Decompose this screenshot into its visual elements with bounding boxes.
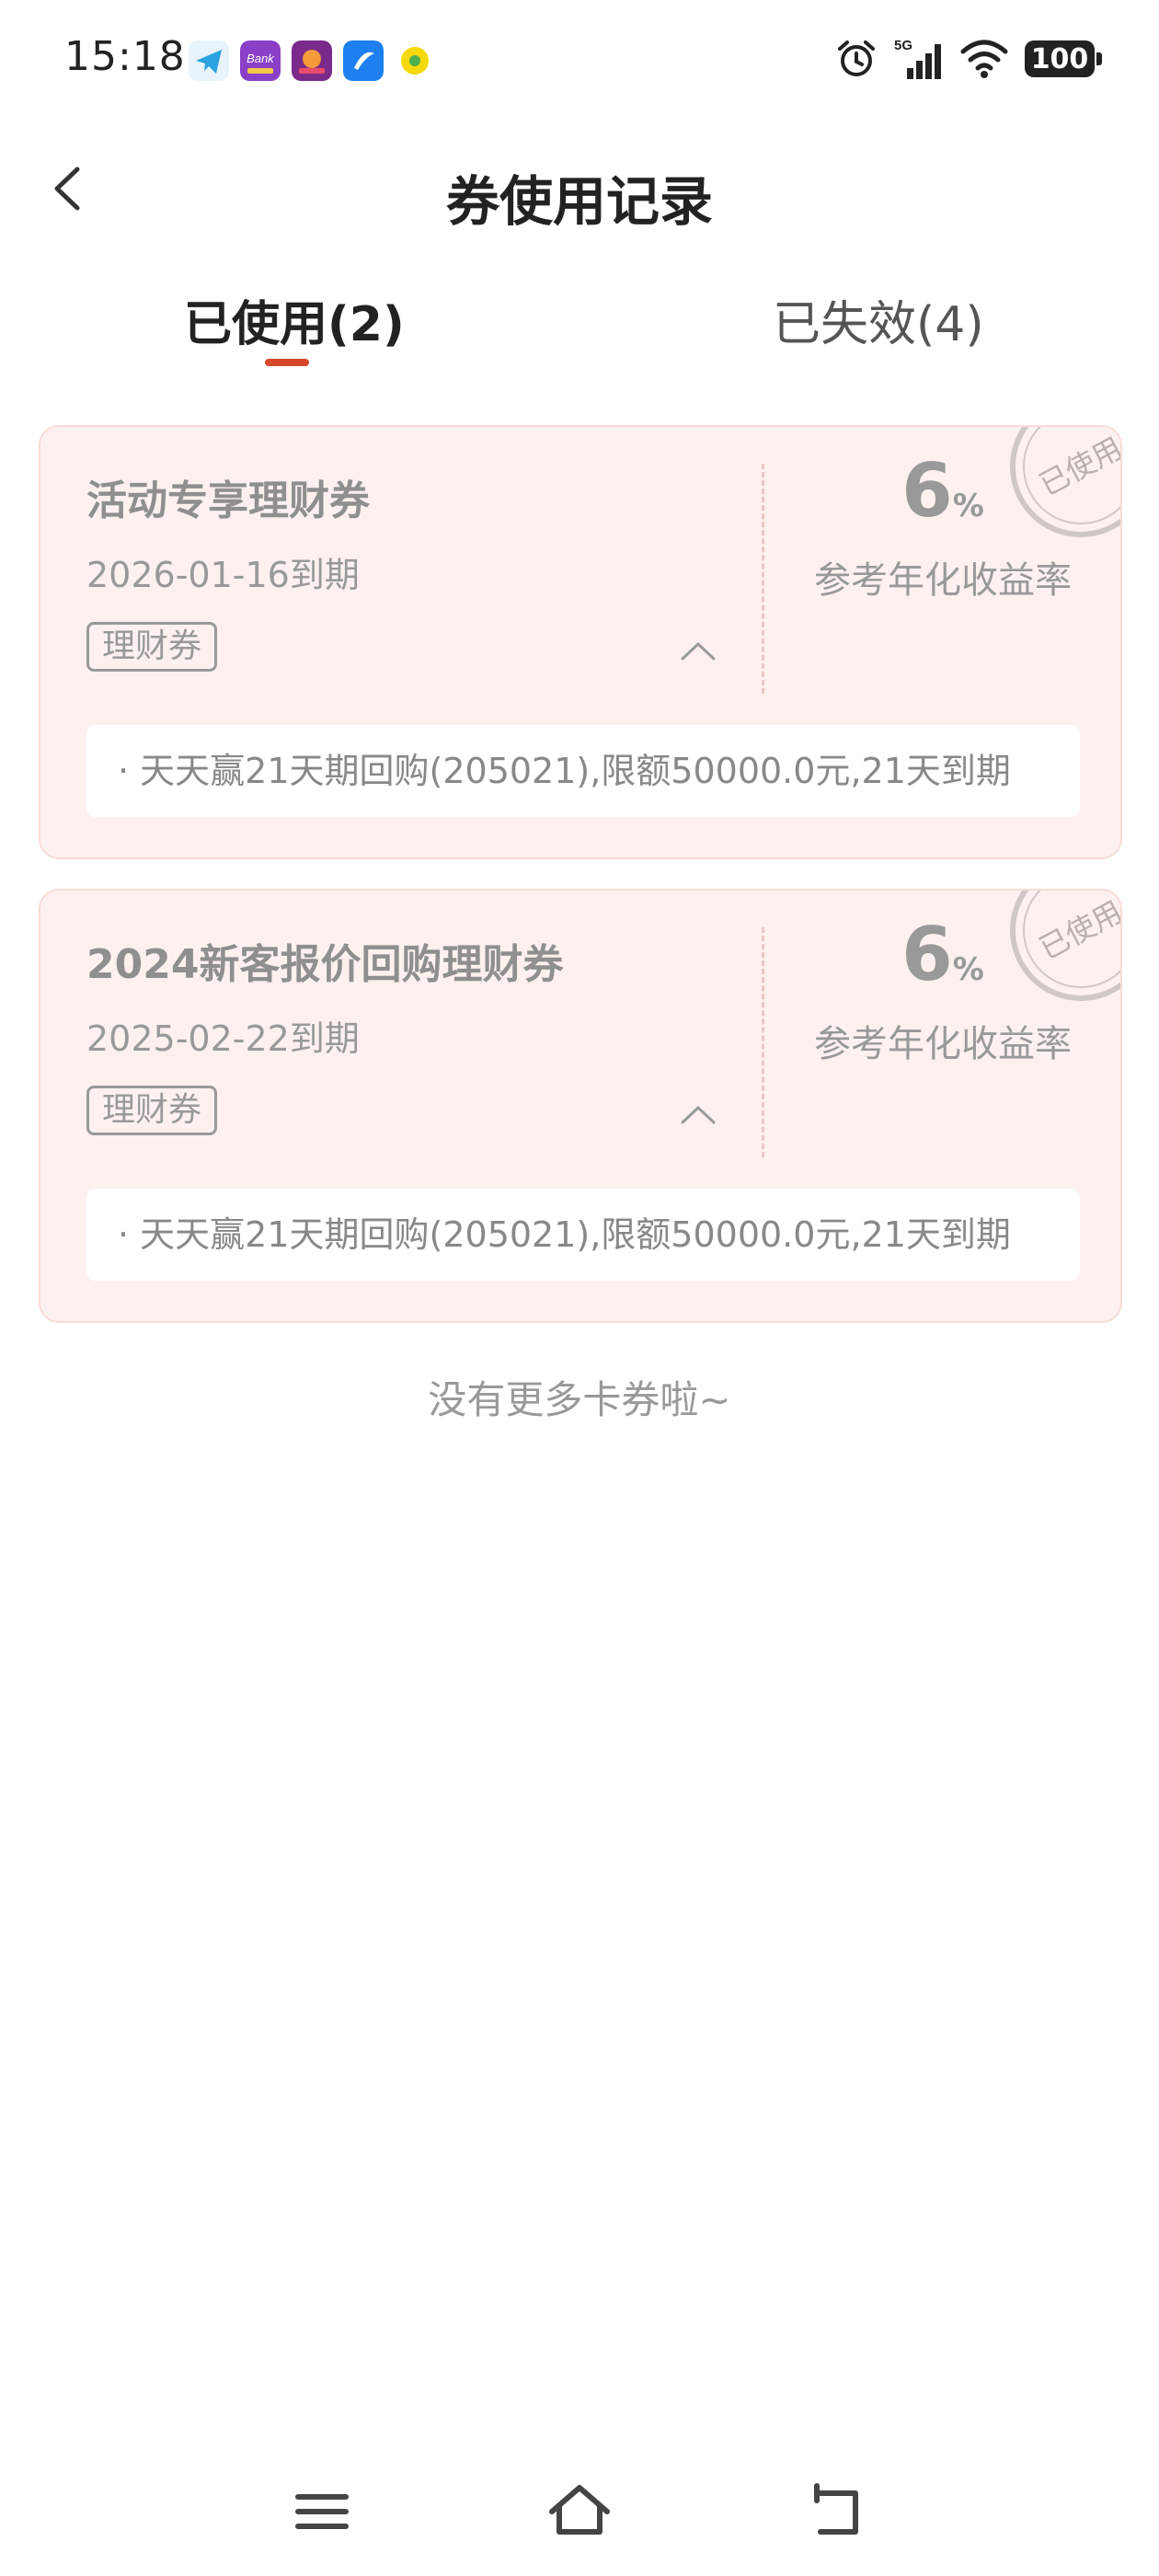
- telegram-icon: [189, 40, 229, 81]
- battery-indicator: 100: [1025, 40, 1102, 77]
- used-stamp-icon: 已使用: [1010, 427, 1122, 537]
- svg-text:5G: 5G: [894, 38, 912, 53]
- no-more-text: 没有更多卡券啦~: [428, 1377, 731, 1422]
- back-icon[interactable]: [800, 2475, 874, 2548]
- signal-5g-icon: 5G: [894, 38, 941, 79]
- rate-label: 参考年化收益率: [814, 559, 1072, 602]
- coupon-detail: · 天天赢21天期回购(205021),限额50000.0元,21天到期: [86, 725, 1080, 817]
- page-title: 券使用记录: [445, 170, 713, 233]
- tab-used[interactable]: 已使用(2): [184, 285, 405, 354]
- browser-app-icon: [343, 40, 384, 81]
- coupon-card[interactable]: 活动专享理财券 2026-01-16到期 理财券 6% 参考年化收益率 已使用 …: [39, 425, 1122, 859]
- lemon-app-icon: [395, 40, 435, 81]
- coupon-name: 活动专享理财券: [86, 477, 370, 524]
- coupon-detail: · 天天赢21天期回购(205021),限额50000.0元,21天到期: [86, 1189, 1080, 1281]
- svg-text:已使用: 已使用: [1034, 894, 1122, 967]
- status-bar: 15:18 Bank 5G 100: [0, 0, 1159, 124]
- home-icon[interactable]: [543, 2475, 616, 2548]
- tab-expired[interactable]: 已失效(4): [773, 285, 984, 354]
- svg-text:Bank: Bank: [247, 52, 275, 65]
- coupon-expiry: 2026-01-16到期: [86, 555, 360, 595]
- alarm-icon: [838, 40, 875, 76]
- coupon-name: 2024新客报价回购理财券: [86, 941, 564, 988]
- coupon-tag: 理财券: [86, 622, 218, 672]
- system-nav-bar: [0, 2466, 1159, 2558]
- rate-value: 6: [901, 912, 953, 997]
- rate-unit: %: [952, 951, 984, 988]
- used-stamp-icon: 已使用: [1010, 891, 1122, 1001]
- coupon-tag: 理财券: [86, 1086, 218, 1135]
- coupon-card[interactable]: 2024新客报价回购理财券 2025-02-22到期 理财券 6% 参考年化收益…: [39, 889, 1122, 1323]
- rate-unit: %: [952, 488, 984, 524]
- nav-header: 券使用记录: [0, 138, 1159, 239]
- status-time: 15:18: [64, 33, 186, 80]
- status-app-icons: Bank: [189, 40, 435, 81]
- bank-app-icon: Bank: [240, 40, 281, 81]
- chevron-up-icon[interactable]: [675, 637, 721, 664]
- tab-bar: 已使用(2) 已失效(4): [0, 276, 1159, 377]
- status-indicators: 5G 100: [835, 37, 1102, 81]
- reader-app-icon: [292, 40, 332, 81]
- wifi-icon: [960, 40, 1008, 78]
- svg-text:已使用: 已使用: [1034, 431, 1122, 503]
- chevron-up-icon[interactable]: [675, 1100, 721, 1128]
- rate-label: 参考年化收益率: [814, 1023, 1072, 1065]
- coupon-expiry: 2025-02-22到期: [86, 1018, 360, 1059]
- active-tab-indicator: [265, 359, 309, 366]
- rate-value: 6: [901, 448, 953, 534]
- menu-icon[interactable]: [285, 2475, 359, 2548]
